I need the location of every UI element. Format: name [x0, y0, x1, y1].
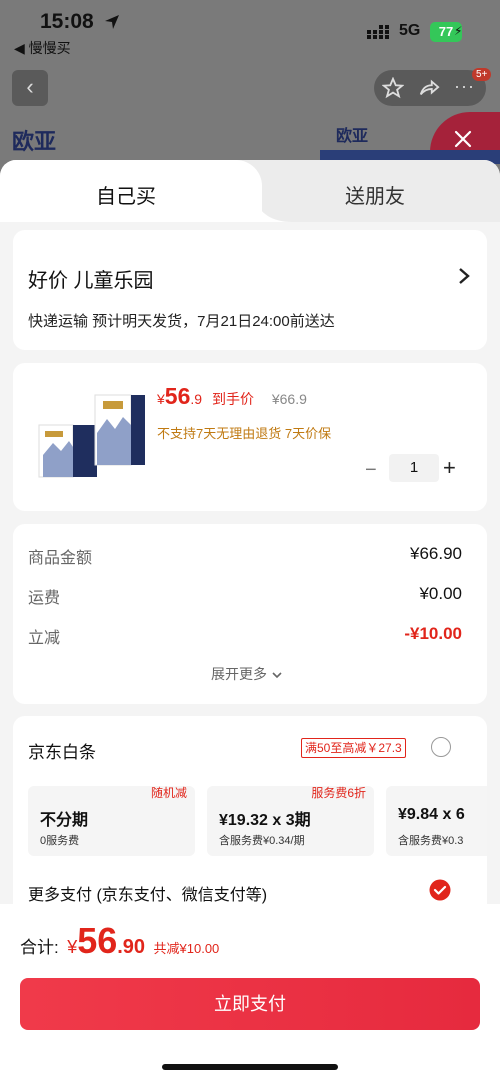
checkmark-icon[interactable]	[429, 879, 451, 901]
installment-fee: 0服务费	[40, 835, 80, 847]
price-decimal: .9	[190, 391, 203, 407]
brand-logo-small: 欧亚	[336, 126, 369, 145]
status-bar: 15:08 ◀ 慢慢买 5G 77 ⚡	[0, 0, 500, 64]
chevron-right-icon	[459, 268, 470, 284]
address-title: 好价 儿童乐园	[28, 270, 154, 292]
quantity-increase-button[interactable]: +	[443, 455, 456, 481]
total-currency: ¥	[67, 937, 78, 957]
cellular-signal-icon	[367, 25, 389, 39]
total-discount: 共减¥10.00	[153, 941, 220, 956]
tab-self-buy-label[interactable]: 自己买	[96, 180, 156, 209]
summary-label: 商品金额	[28, 550, 93, 567]
product-image[interactable]	[37, 385, 147, 481]
brand-logo: 欧亚	[12, 129, 57, 155]
final-price-tag: 到手价	[211, 391, 254, 407]
pay-now-button[interactable]: 立即支付	[20, 978, 480, 1030]
charging-bolt-icon: ⚡	[454, 24, 463, 38]
product-policy-note: 不支持7天无理由退货 7天价保	[157, 426, 332, 441]
product-card: ¥56.9 到手价 ¥66.9 不支持7天无理由退货 7天价保 − 1 +	[13, 363, 487, 511]
installment-option[interactable]: 服务费6折 ¥19.32 x 3期 含服务费¥0.34/期	[207, 786, 374, 856]
status-time: 15:08	[40, 10, 94, 33]
total-label: 合计:	[20, 938, 59, 957]
expand-more-button[interactable]: 展开更多	[211, 664, 283, 684]
star-icon	[382, 77, 404, 99]
summary-row: 运费 ¥0.00	[28, 584, 462, 608]
summary-label: 立减	[28, 630, 61, 647]
price-currency: ¥	[157, 391, 165, 407]
price-line: ¥56.9 到手价 ¥66.9	[157, 383, 307, 410]
installment-main: 不分期	[40, 812, 89, 829]
installment-fee: 含服务费¥0.34/期	[219, 835, 305, 847]
summary-value: ¥0.00	[419, 584, 462, 603]
location-arrow-icon	[105, 15, 119, 29]
more-payment-label[interactable]: 更多支付 (京东支付、微信支付等)	[28, 881, 267, 905]
installment-option[interactable]: 随机减 不分期 0服务费	[28, 786, 195, 856]
total-line: 合计: ¥56.90 共减¥10.00	[20, 920, 219, 962]
installment-option[interactable]: ¥9.84 x 6 含服务费¥0.3	[386, 786, 487, 856]
quantity-decrease-button[interactable]: −	[365, 459, 377, 482]
total-decimal: .90	[117, 936, 146, 958]
quantity-field[interactable]: 1	[389, 454, 439, 482]
home-indicator	[162, 1064, 338, 1070]
installment-main: ¥9.84 x 6	[398, 806, 465, 823]
more-icon: ···	[454, 76, 475, 96]
shipping-info: 快递运输 预计明天发货，7月21日24:00前送达	[28, 313, 335, 330]
summary-value: ¥66.90	[410, 544, 462, 563]
tab-bar: 自己买 送朋友	[0, 160, 500, 222]
expand-more-label: 展开更多	[211, 666, 267, 682]
payment-card: 京东白条 满50至高减￥27.3 随机减 不分期 0服务费 服务费6折 ¥19.…	[13, 716, 487, 916]
total-integer: 56	[77, 920, 118, 961]
checkout-footer: 合计: ¥56.90 共减¥10.00 立即支付	[0, 904, 500, 1082]
background-back-button: ‹	[12, 70, 48, 106]
summary-row: 立减 -¥10.00	[28, 624, 462, 648]
summary-row: 商品金额 ¥66.90	[28, 544, 462, 568]
tab-gift-friend[interactable]: 送朋友	[345, 180, 405, 209]
installment-tag: 服务费6折	[311, 786, 366, 800]
share-icon	[419, 79, 440, 96]
baitiao-title: 京东白条	[28, 743, 96, 762]
price-summary-card: 商品金额 ¥66.90 运费 ¥0.00 立减 -¥10.00 展开更多	[13, 524, 487, 704]
installment-tag: 随机减	[150, 786, 187, 800]
close-icon[interactable]	[452, 128, 474, 150]
chevron-down-icon	[272, 672, 282, 679]
baitiao-radio[interactable]	[431, 737, 451, 757]
original-price: ¥66.9	[271, 391, 307, 407]
installment-fee: 含服务费¥0.3	[398, 835, 464, 847]
message-badge: 5+	[472, 68, 492, 81]
baitiao-promo-badge: 满50至高减￥27.3	[301, 738, 406, 758]
network-type: 5G	[399, 22, 421, 39]
installment-main: ¥19.32 x 3期	[219, 812, 311, 829]
summary-label: 运费	[28, 590, 61, 607]
address-card[interactable]: 好价 儿童乐园 快递运输 预计明天发货，7月21日24:00前送达	[13, 230, 487, 350]
price-integer: 56	[164, 383, 191, 409]
back-to-app-link[interactable]: ◀ 慢慢买	[14, 38, 71, 58]
discount-value: -¥10.00	[404, 624, 462, 643]
